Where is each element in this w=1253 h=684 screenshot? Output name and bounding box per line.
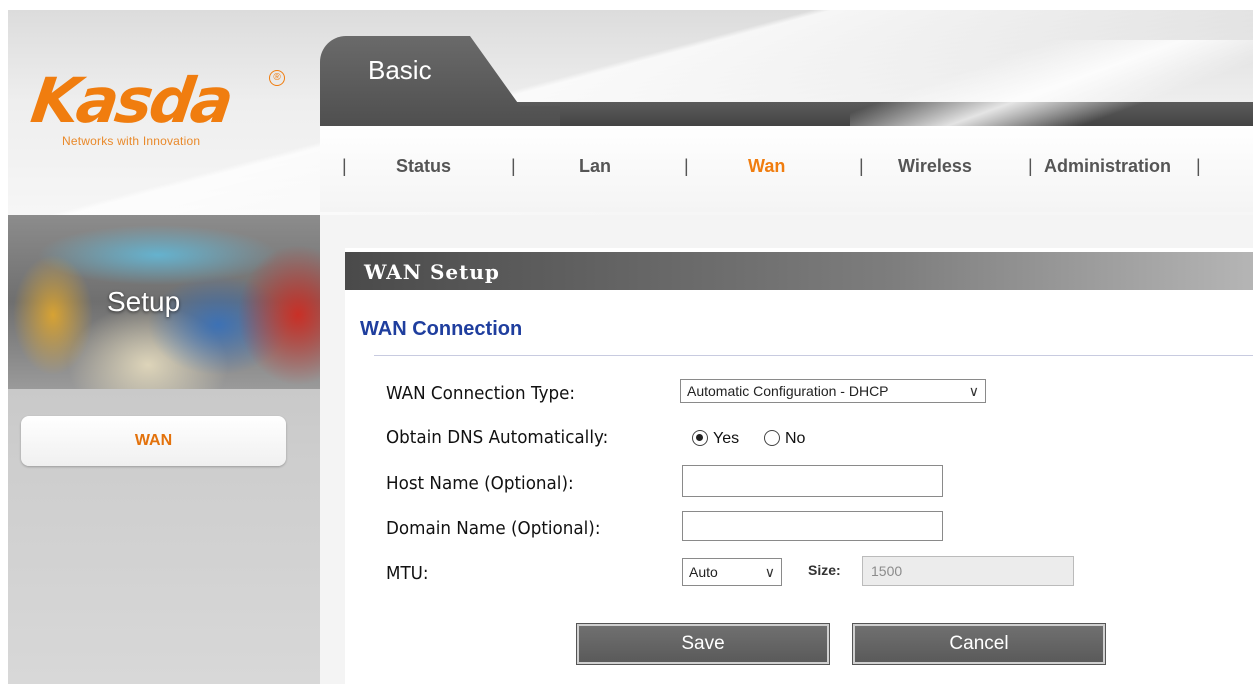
domain-name-input[interactable] [682,511,943,541]
dns-no-radio[interactable] [764,430,780,446]
header-highlight [850,40,1253,130]
brand-logo: Kasda ® Networks with Innovation [26,62,290,162]
sidebar-item-wan[interactable]: WAN [21,416,286,466]
nav-item-wireless[interactable]: Wireless [898,156,972,180]
basic-tab-label[interactable]: Basic [368,54,432,86]
mtu-size-label: Size: [808,562,841,578]
mtu-select[interactable]: Auto ∨ [682,558,782,586]
domain-name-label: Domain Name (Optional): [386,518,601,539]
chevron-down-icon: ∨ [968,383,979,399]
connection-type-select[interactable]: Automatic Configuration - DHCP ∨ [680,379,986,403]
mtu-size-input[interactable]: 1500 [862,556,1074,586]
dns-yes-radio[interactable] [692,430,708,446]
nav-separator: | [511,156,516,176]
host-name-input[interactable] [682,465,943,497]
nav-separator: | [342,156,347,176]
dns-yes-label: Yes [713,430,740,447]
nav-separator: | [684,156,689,176]
subsection-divider [374,355,1253,356]
nav-separator: | [859,156,864,176]
nav-separator: | [1196,156,1201,176]
chevron-down-icon: ∨ [764,564,775,580]
nav-item-administration[interactable]: Administration [1044,156,1171,180]
nav-item-wan[interactable]: Wan [748,156,785,180]
logo-tagline: Networks with Innovation [62,134,201,148]
nav-item-lan[interactable]: Lan [579,156,611,180]
connection-type-value: Automatic Configuration - DHCP [687,383,889,399]
logo-wordmark: Kasda [26,64,236,137]
obtain-dns-label: Obtain DNS Automatically: [386,427,609,448]
cancel-button[interactable]: Cancel [852,623,1106,665]
host-name-label: Host Name (Optional): [386,473,574,494]
section-title: WAN Setup [364,260,500,284]
nav-separator: | [1028,156,1033,176]
setup-banner-title: Setup [107,286,181,317]
subsection-title: WAN Connection [360,318,523,340]
nav-item-status[interactable]: Status [396,156,451,180]
connection-type-label: WAN Connection Type: [386,383,576,404]
registered-mark-icon: ® [269,70,285,86]
mtu-value: Auto [689,564,718,580]
dns-no-label: No [785,430,806,447]
save-button[interactable]: Save [576,623,830,665]
mtu-label: MTU: [386,563,429,584]
